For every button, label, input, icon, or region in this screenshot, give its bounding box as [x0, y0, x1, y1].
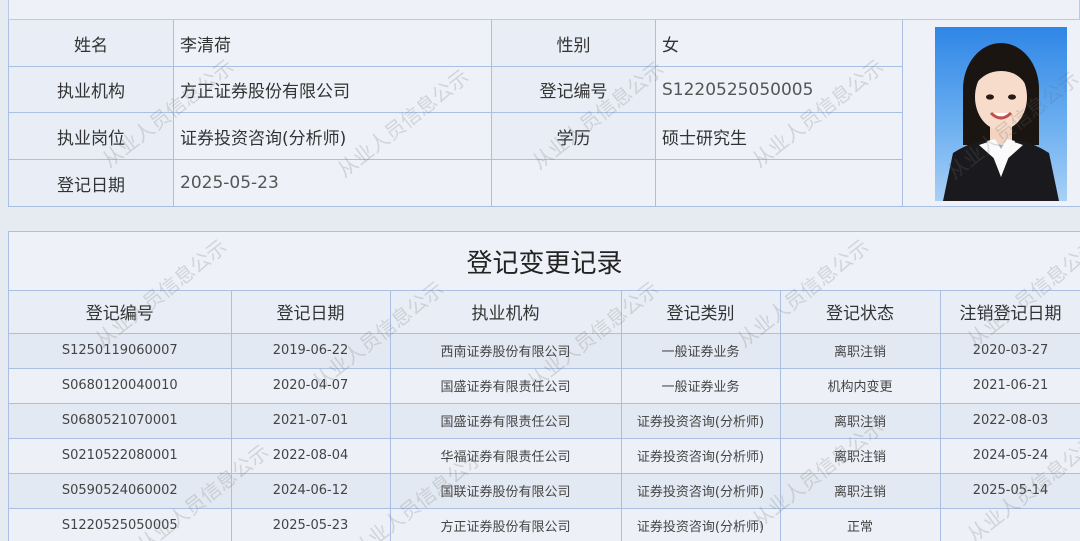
col-header-category: 登记类别	[621, 291, 781, 334]
cell-reg-date: 2024-06-12	[231, 473, 391, 509]
cell-category: 一般证券业务	[621, 333, 781, 369]
value-gender: 女	[656, 20, 903, 67]
cell-reg-no: S1220525050005	[9, 508, 232, 541]
table-row: S1220525050005 2025-05-23 方正证券股份有限公司 证券投…	[9, 508, 1080, 541]
cell-cancel-date: 2021-06-21	[940, 368, 1080, 404]
value-position: 证券投资咨询(分析师)	[174, 113, 492, 160]
basic-info-header-strip	[8, 0, 1080, 20]
records-header-row: 登记编号 登记日期 执业机构 登记类别 登记状态 注销登记日期	[9, 291, 1080, 334]
cell-category: 证券投资咨询(分析师)	[621, 438, 781, 474]
cell-reg-no: S0680521070001	[9, 403, 232, 439]
cell-org: 国盛证券有限责任公司	[390, 368, 622, 404]
table-row: S0680120040010 2020-04-07 国盛证券有限责任公司 一般证…	[9, 368, 1080, 404]
cell-org: 西南证券股份有限公司	[390, 333, 622, 369]
cell-cancel-date: 2025-05-14	[940, 473, 1080, 509]
col-header-cancel-date: 注销登记日期	[940, 291, 1080, 334]
empty-cell	[656, 160, 903, 207]
cell-status: 离职注销	[780, 403, 941, 439]
col-header-status: 登记状态	[780, 291, 941, 334]
cell-reg-date: 2022-08-04	[231, 438, 391, 474]
empty-cell	[492, 160, 656, 207]
cell-status: 离职注销	[780, 438, 941, 474]
cell-status: 正常	[780, 508, 941, 541]
value-education: 硕士研究生	[656, 113, 903, 160]
label-education: 学历	[492, 113, 656, 160]
cell-status: 离职注销	[780, 333, 941, 369]
cell-category: 证券投资咨询(分析师)	[621, 473, 781, 509]
cell-org: 国盛证券有限责任公司	[390, 403, 622, 439]
cell-reg-date: 2025-05-23	[231, 508, 391, 541]
cell-org: 华福证券有限责任公司	[390, 438, 622, 474]
table-row: S0590524060002 2024-06-12 国联证券股份有限公司 证券投…	[9, 473, 1080, 509]
cell-reg-date: 2021-07-01	[231, 403, 391, 439]
table-row: S0210522080001 2022-08-04 华福证券有限责任公司 证券投…	[9, 438, 1080, 474]
cell-cancel-date: 2024-05-24	[940, 438, 1080, 474]
cell-cancel-date	[940, 508, 1080, 541]
col-header-org: 执业机构	[390, 291, 622, 334]
photo-cell	[903, 20, 1080, 207]
col-header-reg-date: 登记日期	[231, 291, 391, 334]
label-gender: 性别	[492, 20, 656, 67]
cell-org: 方正证券股份有限公司	[390, 508, 622, 541]
cell-cancel-date: 2020-03-27	[940, 333, 1080, 369]
cell-reg-date: 2019-06-22	[231, 333, 391, 369]
label-position: 执业岗位	[9, 113, 174, 160]
col-header-reg-no: 登记编号	[9, 291, 232, 334]
cell-reg-no: S0210522080001	[9, 438, 232, 474]
label-reg-no: 登记编号	[492, 67, 656, 113]
label-reg-date: 登记日期	[9, 160, 174, 207]
cell-status: 机构内变更	[780, 368, 941, 404]
cell-reg-no: S0680120040010	[9, 368, 232, 404]
person-photo	[935, 27, 1067, 201]
cell-category: 证券投资咨询(分析师)	[621, 403, 781, 439]
value-reg-no: S1220525050005	[656, 67, 903, 113]
cell-reg-no: S0590524060002	[9, 473, 232, 509]
records-table: 登记编号 登记日期 执业机构 登记类别 登记状态 注销登记日期 S1250119…	[9, 291, 1080, 541]
label-org: 执业机构	[9, 67, 174, 113]
records-title: 登记变更记录	[9, 232, 1080, 291]
cell-org: 国联证券股份有限公司	[390, 473, 622, 509]
value-name: 李清荷	[174, 20, 492, 67]
cell-reg-no: S1250119060007	[9, 333, 232, 369]
registration-change-records: 登记变更记录 登记编号 登记日期 执业机构 登记类别 登记状态 注销登记日期 S…	[8, 231, 1080, 541]
table-row: S0680521070001 2021-07-01 国盛证券有限责任公司 证券投…	[9, 403, 1080, 439]
value-reg-date: 2025-05-23	[174, 160, 492, 207]
table-row: S1250119060007 2019-06-22 西南证券股份有限公司 一般证…	[9, 333, 1080, 369]
cell-status: 离职注销	[780, 473, 941, 509]
value-org: 方正证券股份有限公司	[174, 67, 492, 113]
cell-reg-date: 2020-04-07	[231, 368, 391, 404]
portrait-graphic	[943, 43, 1059, 201]
cell-cancel-date: 2022-08-03	[940, 403, 1080, 439]
cell-category: 一般证券业务	[621, 368, 781, 404]
cell-category: 证券投资咨询(分析师)	[621, 508, 781, 541]
basic-info-table: 姓名 李清荷 性别 女 执业机构 方正证券股份有限公司 登记编号 S122052…	[8, 20, 1080, 207]
label-name: 姓名	[9, 20, 174, 67]
